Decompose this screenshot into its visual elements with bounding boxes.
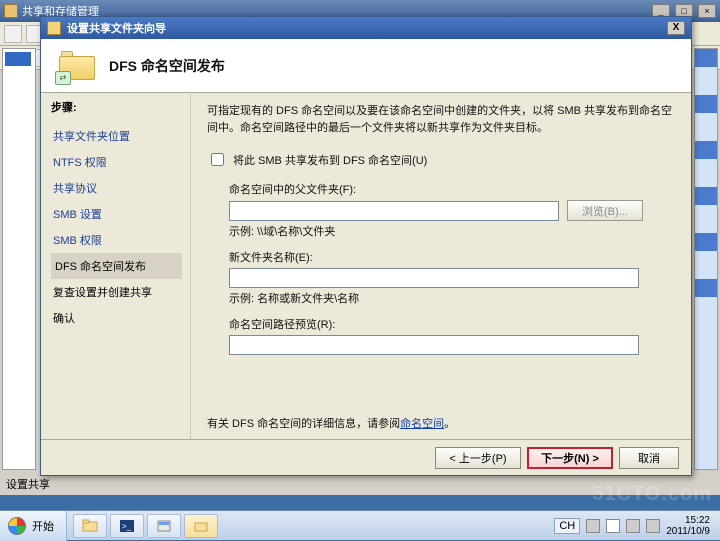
dialog-icon bbox=[47, 21, 61, 35]
wizard-dialog: 设置共享文件夹向导 X ⇄ DFS 命名空间发布 步骤: 共享文件夹位置 NTF… bbox=[40, 16, 692, 476]
start-label: 开始 bbox=[32, 518, 54, 534]
cancel-button[interactable]: 取消 bbox=[619, 447, 679, 469]
new-folder-label: 新文件夹名称(E): bbox=[229, 249, 673, 265]
steps-title: 步骤: bbox=[51, 99, 182, 115]
svg-text:>_: >_ bbox=[122, 522, 132, 531]
bg-toolbar-icon[interactable] bbox=[4, 25, 22, 43]
step-review: 复查设置并创建共享 bbox=[51, 279, 182, 305]
bg-tree-pane bbox=[2, 48, 36, 470]
step-share-location[interactable]: 共享文件夹位置 bbox=[51, 123, 182, 149]
parent-example: 示例: \\域\名称\文件夹 bbox=[229, 223, 673, 239]
next-button[interactable]: 下一步(N) > bbox=[527, 447, 613, 469]
clock-date: 2011/10/9 bbox=[666, 526, 710, 537]
namespace-help-link[interactable]: 命名空间 bbox=[400, 418, 444, 430]
start-orb-icon bbox=[8, 517, 26, 535]
preview-label: 命名空间路径预览(R): bbox=[229, 316, 673, 332]
bg-close-button[interactable]: × bbox=[698, 4, 716, 18]
dialog-title-text: 设置共享文件夹向导 bbox=[67, 20, 166, 36]
tray-network-icon[interactable] bbox=[626, 519, 640, 533]
parent-folder-label: 命名空间中的父文件夹(F): bbox=[229, 181, 673, 197]
system-tray: CH 15:22 2011/10/9 bbox=[548, 515, 720, 537]
new-folder-example: 示例: 名称或新文件夹\名称 bbox=[229, 290, 673, 306]
folder-share-icon: ⇄ bbox=[59, 51, 95, 81]
more-info-line: 有关 DFS 命名空间的详细信息，请参阅命名空间。 bbox=[207, 415, 455, 431]
bg-tree-selected[interactable] bbox=[5, 52, 31, 66]
taskbar-clock[interactable]: 15:22 2011/10/9 bbox=[666, 515, 714, 537]
taskbar-pinned: >_ bbox=[67, 514, 224, 538]
tray-flag-icon[interactable] bbox=[606, 519, 620, 533]
publish-checkbox-label: 将此 SMB 共享发布到 DFS 命名空间(U) bbox=[233, 152, 427, 168]
tray-icon[interactable] bbox=[586, 519, 600, 533]
publish-checkbox-row[interactable]: 将此 SMB 共享发布到 DFS 命名空间(U) bbox=[207, 150, 673, 169]
step-dfs-publish[interactable]: DFS 命名空间发布 bbox=[51, 253, 182, 279]
dialog-close-button[interactable]: X bbox=[667, 21, 685, 35]
taskbar-explorer-icon[interactable] bbox=[73, 514, 107, 538]
prev-button[interactable]: < 上一步(P) bbox=[435, 447, 521, 469]
publish-checkbox[interactable] bbox=[211, 153, 224, 166]
step-ntfs-permissions[interactable]: NTFS 权限 bbox=[51, 149, 182, 175]
bg-status-label: 设置共享 bbox=[6, 476, 50, 492]
step-share-protocol[interactable]: 共享协议 bbox=[51, 175, 182, 201]
taskbar-powershell-icon[interactable]: >_ bbox=[110, 514, 144, 538]
dialog-content: 可指定现有的 DFS 命名空间以及要在该命名空间中创建的文件夹，以将 SMB 共… bbox=[191, 93, 691, 439]
intro-text: 可指定现有的 DFS 命名空间以及要在该命名空间中创建的文件夹，以将 SMB 共… bbox=[207, 103, 673, 136]
dialog-heading: DFS 命名空间发布 bbox=[109, 56, 225, 76]
browse-button[interactable]: 浏览(B)... bbox=[567, 200, 643, 221]
watermark: 51CTO.com bbox=[592, 483, 712, 506]
dialog-titlebar[interactable]: 设置共享文件夹向导 X bbox=[41, 17, 691, 39]
bg-actions-pane bbox=[694, 48, 718, 470]
taskbar-server-manager-icon[interactable] bbox=[147, 514, 181, 538]
steps-sidebar: 步骤: 共享文件夹位置 NTFS 权限 共享协议 SMB 设置 SMB 权限 D… bbox=[41, 93, 191, 439]
step-confirm: 确认 bbox=[51, 305, 182, 331]
start-button[interactable]: 开始 bbox=[0, 511, 67, 541]
dialog-header: ⇄ DFS 命名空间发布 bbox=[41, 39, 691, 93]
dialog-footer: < 上一步(P) 下一步(N) > 取消 bbox=[41, 439, 691, 475]
clock-time: 15:22 bbox=[666, 515, 710, 526]
taskbar: 开始 >_ CH 15:22 2011/10/9 bbox=[0, 510, 720, 540]
step-smb-permissions[interactable]: SMB 权限 bbox=[51, 227, 182, 253]
bg-app-icon bbox=[4, 4, 18, 18]
new-folder-input[interactable] bbox=[229, 268, 639, 288]
preview-input[interactable] bbox=[229, 335, 639, 355]
taskbar-share-mgmt-icon[interactable] bbox=[184, 514, 218, 538]
step-smb-settings[interactable]: SMB 设置 bbox=[51, 201, 182, 227]
tray-volume-icon[interactable] bbox=[646, 519, 660, 533]
parent-folder-input[interactable] bbox=[229, 201, 559, 221]
ime-indicator[interactable]: CH bbox=[554, 518, 580, 534]
